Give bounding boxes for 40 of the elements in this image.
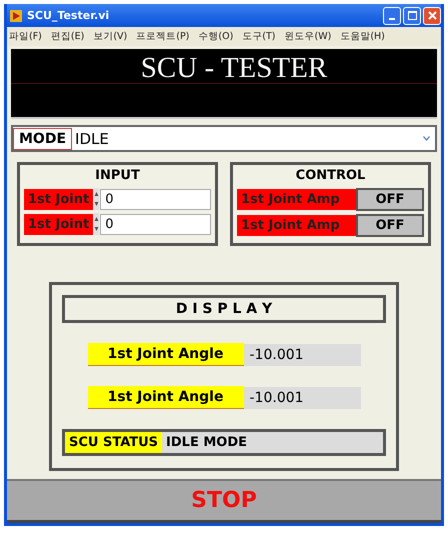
spinner-arrows-icon[interactable] <box>94 188 100 210</box>
maximize-button[interactable] <box>403 6 421 24</box>
menu-item[interactable]: 도움말(H) <box>340 30 385 43</box>
display-title: D I S P L A Y <box>62 295 386 323</box>
control-label: 1st Joint Amp <box>237 189 356 210</box>
mode-value: IDLE <box>74 130 110 148</box>
menu-item[interactable]: 파일(F) <box>9 30 42 43</box>
spinner-arrows-icon[interactable] <box>94 213 100 235</box>
close-button[interactable] <box>423 6 441 24</box>
dropdown-caret-icon <box>423 136 430 141</box>
status-value: IDLE MODE <box>165 434 248 452</box>
menu-item[interactable]: 수행(O) <box>198 30 234 43</box>
app-icon <box>10 10 22 22</box>
menu-item[interactable]: 프로젝트(P) <box>136 30 190 43</box>
numeric-input-field[interactable]: 0 <box>100 214 211 234</box>
indicator-label: 1st Joint Angle <box>88 343 244 366</box>
maximize-icon <box>408 11 416 20</box>
numeric-indicator: -10.001 <box>244 386 360 408</box>
menu-item[interactable]: 윈도우(W) <box>284 30 332 43</box>
menu-item[interactable]: 도구(T) <box>242 30 276 43</box>
status-label: SCU STATUS <box>65 432 162 453</box>
group-title: INPUT <box>95 168 140 183</box>
window-title: SCU_Tester.vi <box>27 9 110 22</box>
menu-item[interactable]: 보기(V) <box>93 30 128 43</box>
banner-title: SCU - TESTER <box>140 51 328 86</box>
indicator-label: 1st Joint Angle <box>88 386 244 409</box>
minimize-icon <box>389 18 395 20</box>
mode-selector[interactable]: MODE IDLE <box>11 125 437 152</box>
input-label: 1st Joint <box>24 214 94 234</box>
toggle-button[interactable]: OFF <box>356 214 424 237</box>
close-icon <box>428 11 436 20</box>
numeric-indicator: -10.001 <box>244 344 360 366</box>
control-label: 1st Joint Amp <box>237 215 356 236</box>
input-label: 1st Joint <box>24 188 94 210</box>
group-title: CONTROL <box>296 168 366 183</box>
menu-item[interactable]: 편집(E) <box>50 30 84 43</box>
numeric-input-field[interactable]: 0 <box>100 188 211 210</box>
minimize-button[interactable] <box>383 6 401 24</box>
toggle-button[interactable]: OFF <box>356 188 424 211</box>
mode-label: MODE <box>13 128 72 150</box>
